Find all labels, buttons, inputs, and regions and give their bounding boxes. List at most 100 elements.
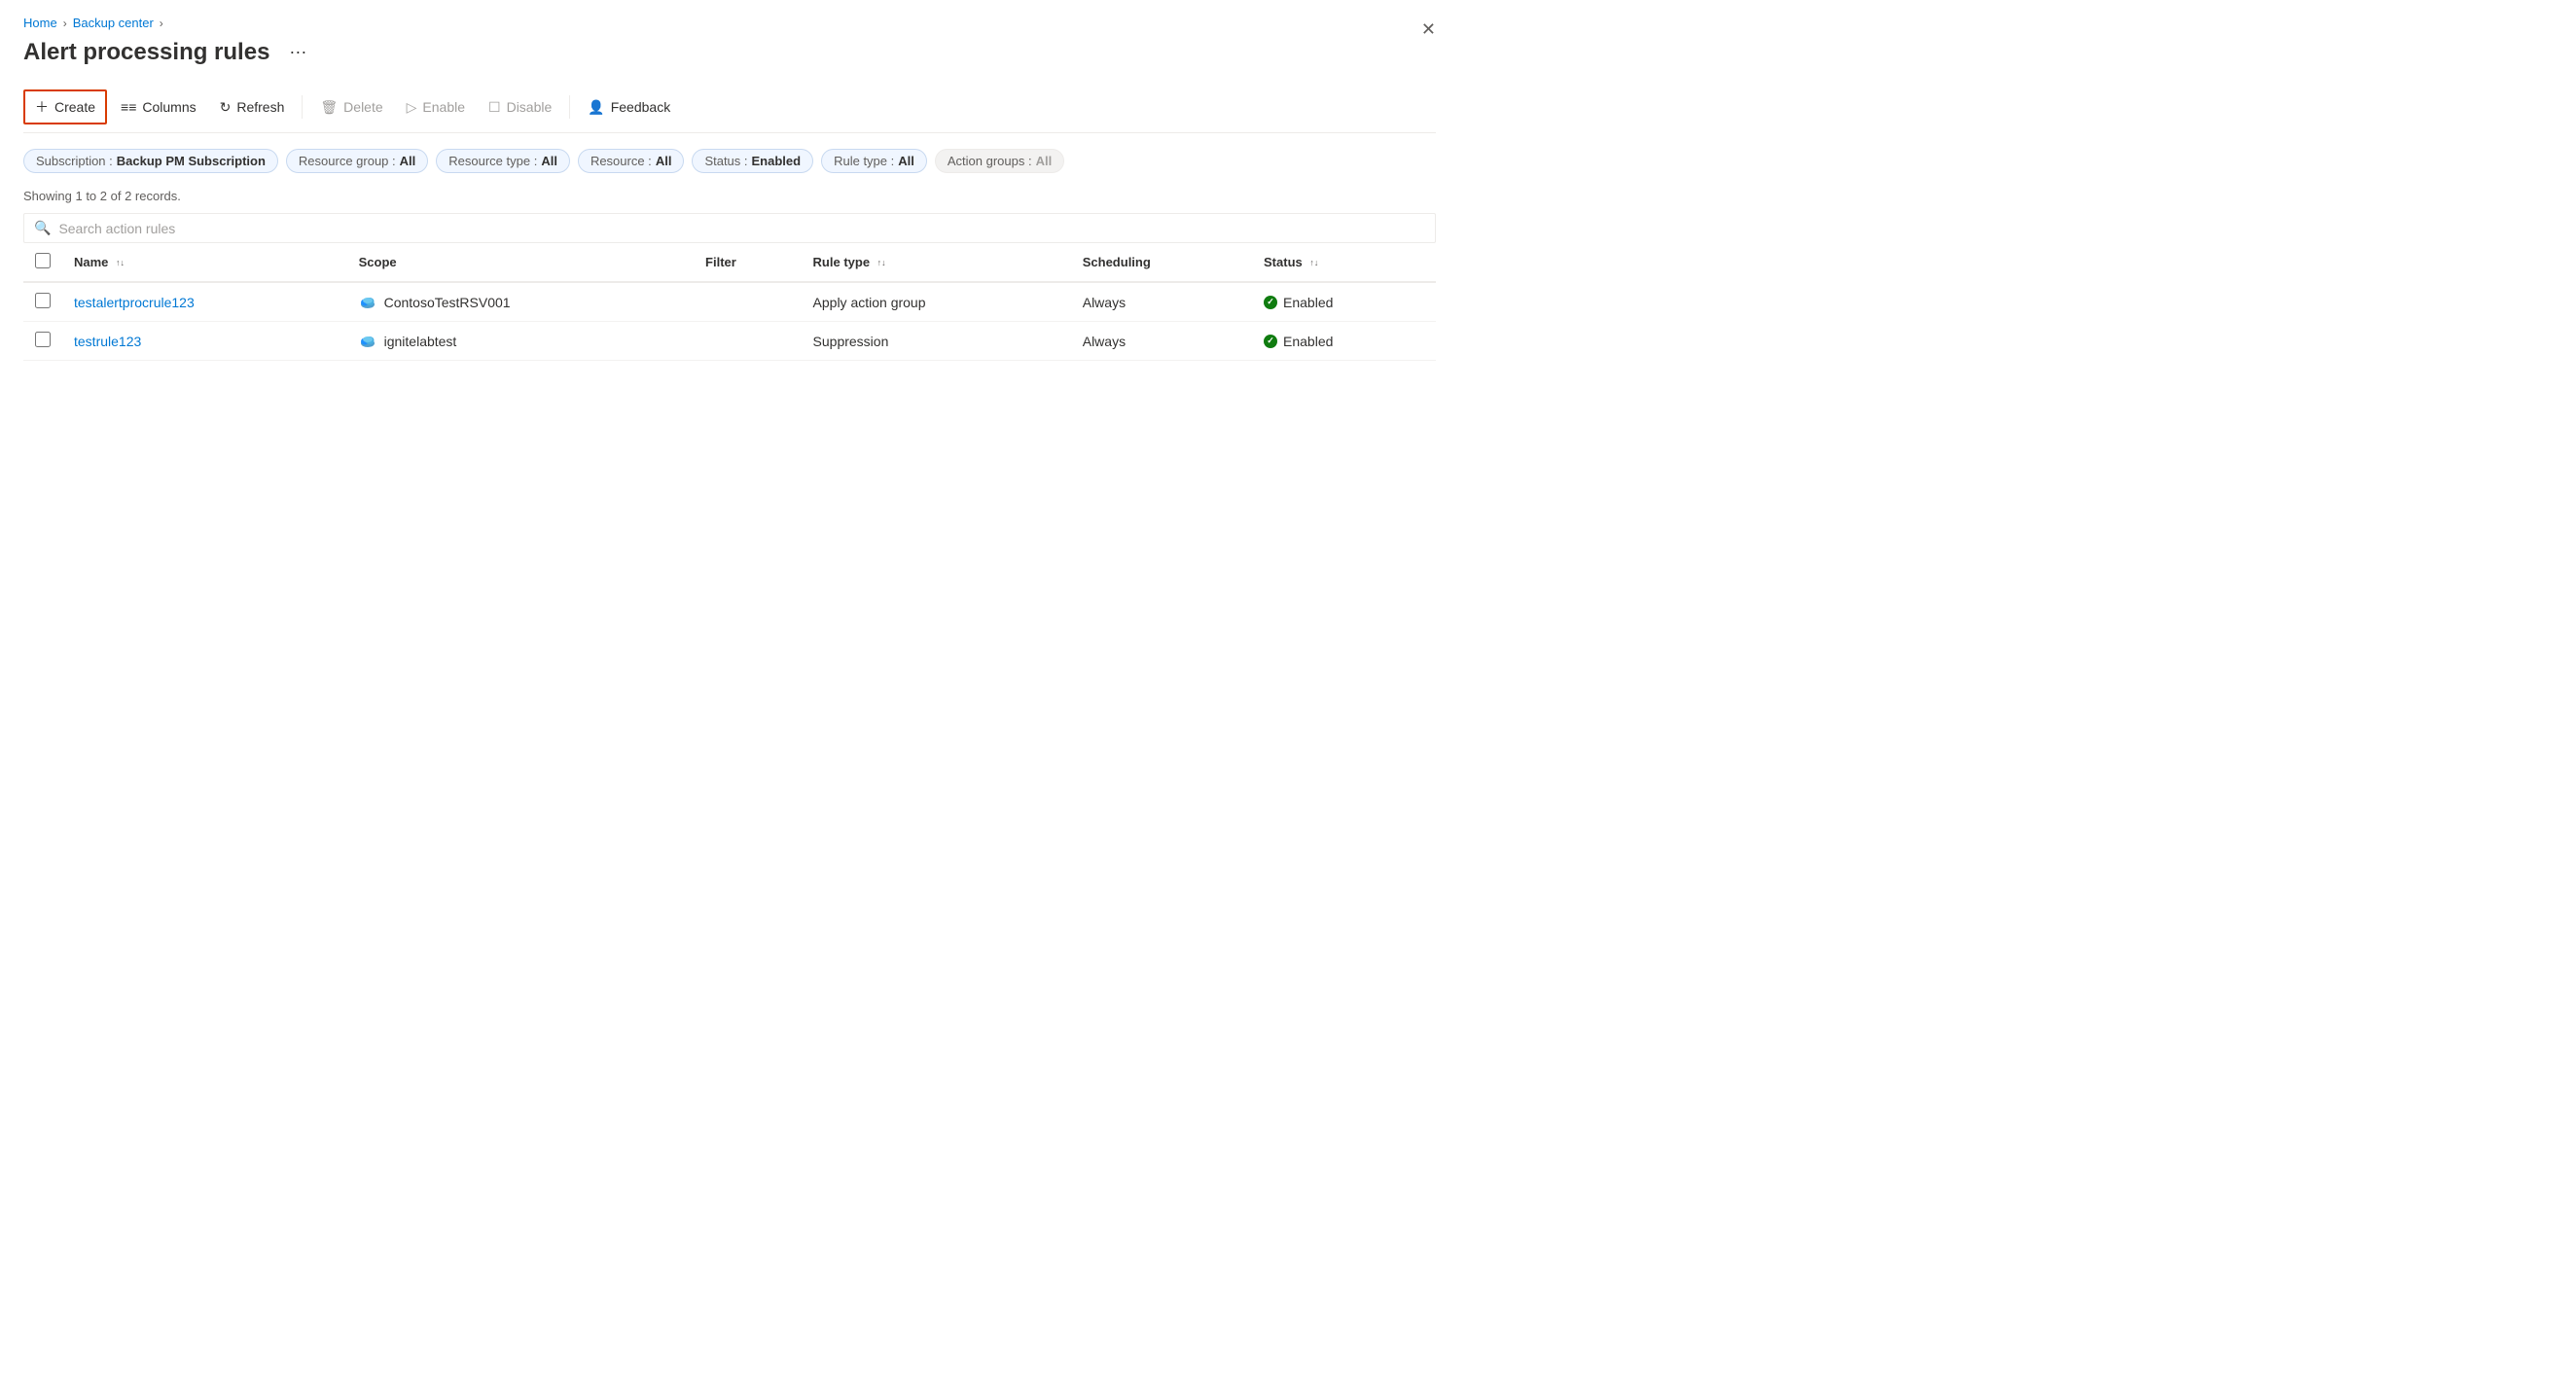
row-checkbox-cell-0[interactable]: [23, 282, 62, 322]
filter-pill-action-groups: Action groups : All: [935, 149, 1064, 173]
row-filter-0: [694, 282, 802, 322]
row-name-0[interactable]: testalertprocrule123: [62, 282, 347, 322]
page-header: Alert processing rules ···: [23, 38, 1436, 66]
disable-button[interactable]: ☐ Disable: [479, 93, 561, 122]
filter-value-subscription: Backup PM Subscription: [117, 154, 266, 168]
filter-pill-status[interactable]: Status : Enabled: [692, 149, 813, 173]
row-scope-0: ContosoTestRSV001: [347, 282, 694, 322]
enable-icon: ▷: [407, 99, 417, 116]
status-dot-0: [1264, 296, 1277, 309]
breadcrumb-parent[interactable]: Backup center: [73, 16, 154, 30]
table-row: testrule123 ignitelabtest SuppressionAlw…: [23, 322, 1436, 361]
filter-value-rule-type: All: [898, 154, 914, 168]
filters-bar: Subscription : Backup PM Subscription Res…: [23, 149, 1436, 173]
cloud-icon-1: [359, 333, 376, 350]
plus-icon: ＋: [35, 97, 49, 117]
search-input[interactable]: [58, 221, 1425, 236]
more-options-button[interactable]: ···: [281, 38, 314, 66]
cloud-icon-0: [359, 294, 376, 311]
feedback-icon: 👤: [588, 99, 604, 116]
enable-label: Enable: [422, 99, 465, 115]
col-header-filter: Filter: [694, 243, 802, 282]
name-sort-icons: ↑↓: [116, 259, 125, 267]
row-rule-type-0: Apply action group: [802, 282, 1071, 322]
filter-pill-resource-type[interactable]: Resource type : All: [436, 149, 570, 173]
filter-pill-resource[interactable]: Resource : All: [578, 149, 685, 173]
delete-label: Delete: [343, 99, 382, 115]
filter-value-resource-type: All: [541, 154, 557, 168]
filter-label-status: Status :: [704, 154, 747, 168]
toolbar-separator-1: [302, 95, 303, 119]
columns-icon: ≡≡: [121, 99, 136, 115]
row-name-link-1[interactable]: testrule123: [74, 334, 141, 349]
table-header-row: Name ↑↓ Scope Filter Rule type ↑↓ Schedu: [23, 243, 1436, 282]
row-checkbox-1[interactable]: [35, 332, 51, 347]
col-header-scope: Scope: [347, 243, 694, 282]
rule-type-sort-icons: ↑↓: [877, 259, 886, 267]
breadcrumb: Home › Backup center ›: [23, 16, 1436, 30]
records-count: Showing 1 to 2 of 2 records.: [23, 189, 1436, 203]
search-icon: 🔍: [34, 220, 51, 236]
col-header-name[interactable]: Name ↑↓: [62, 243, 347, 282]
disable-icon: ☐: [488, 99, 501, 116]
search-bar: 🔍: [23, 213, 1436, 243]
feedback-label: Feedback: [611, 99, 670, 115]
feedback-button[interactable]: 👤 Feedback: [578, 93, 680, 122]
breadcrumb-sep-2: ›: [160, 17, 163, 30]
table-container: Name ↑↓ Scope Filter Rule type ↑↓ Schedu: [23, 243, 1436, 361]
filter-label-resource-group: Resource group :: [299, 154, 396, 168]
breadcrumb-sep-1: ›: [63, 17, 67, 30]
col-header-status[interactable]: Status ↑↓: [1252, 243, 1436, 282]
table-row: testalertprocrule123 ContosoTestRSV001 A…: [23, 282, 1436, 322]
row-checkbox-cell-1[interactable]: [23, 322, 62, 361]
enable-button[interactable]: ▷ Enable: [397, 93, 475, 122]
row-scheduling-0: Always: [1071, 282, 1252, 322]
delete-icon: 🗑: [320, 99, 338, 116]
filter-value-resource-group: All: [400, 154, 416, 168]
filter-value-resource: All: [656, 154, 672, 168]
status-sort-icons: ↑↓: [1309, 259, 1318, 267]
row-scope-text-1: ignitelabtest: [384, 334, 457, 349]
filter-pill-resource-group[interactable]: Resource group : All: [286, 149, 428, 173]
filter-value-status: Enabled: [752, 154, 802, 168]
row-filter-1: [694, 322, 802, 361]
row-status-0: Enabled: [1252, 282, 1436, 322]
toolbar-separator-2: [569, 95, 570, 119]
columns-button[interactable]: ≡≡ Columns: [111, 93, 206, 121]
close-button[interactable]: ✕: [1413, 16, 1444, 44]
filter-value-action-groups: All: [1036, 154, 1053, 168]
filter-label-rule-type: Rule type :: [834, 154, 894, 168]
filter-label-resource-type: Resource type :: [448, 154, 537, 168]
breadcrumb-home[interactable]: Home: [23, 16, 57, 30]
row-checkbox-0[interactable]: [35, 293, 51, 308]
refresh-label: Refresh: [236, 99, 284, 115]
select-all-cell[interactable]: [23, 243, 62, 282]
refresh-button[interactable]: ↻ Refresh: [210, 93, 295, 122]
select-all-checkbox[interactable]: [35, 253, 51, 268]
filter-pill-subscription[interactable]: Subscription : Backup PM Subscription: [23, 149, 278, 173]
filter-pill-rule-type[interactable]: Rule type : All: [821, 149, 927, 173]
row-status-text-1: Enabled: [1283, 334, 1333, 349]
col-header-rule-type[interactable]: Rule type ↑↓: [802, 243, 1071, 282]
row-rule-type-1: Suppression: [802, 322, 1071, 361]
create-button[interactable]: ＋ Create: [23, 89, 107, 124]
toolbar: ＋ Create ≡≡ Columns ↻ Refresh 🗑 Delete ▷…: [23, 82, 1436, 133]
col-header-scheduling: Scheduling: [1071, 243, 1252, 282]
row-scope-1: ignitelabtest: [347, 322, 694, 361]
page-title: Alert processing rules: [23, 39, 269, 66]
filter-label-resource: Resource :: [590, 154, 652, 168]
filter-label-subscription: Subscription :: [36, 154, 113, 168]
status-dot-1: [1264, 335, 1277, 348]
row-status-1: Enabled: [1252, 322, 1436, 361]
row-scope-text-0: ContosoTestRSV001: [384, 295, 511, 310]
row-name-link-0[interactable]: testalertprocrule123: [74, 295, 195, 310]
refresh-icon: ↻: [220, 99, 232, 116]
filter-label-action-groups: Action groups :: [948, 154, 1032, 168]
disable-label: Disable: [507, 99, 553, 115]
row-status-text-0: Enabled: [1283, 295, 1333, 310]
data-table: Name ↑↓ Scope Filter Rule type ↑↓ Schedu: [23, 243, 1436, 361]
row-scheduling-1: Always: [1071, 322, 1252, 361]
delete-button[interactable]: 🗑 Delete: [310, 93, 392, 122]
columns-label: Columns: [142, 99, 196, 115]
row-name-1[interactable]: testrule123: [62, 322, 347, 361]
